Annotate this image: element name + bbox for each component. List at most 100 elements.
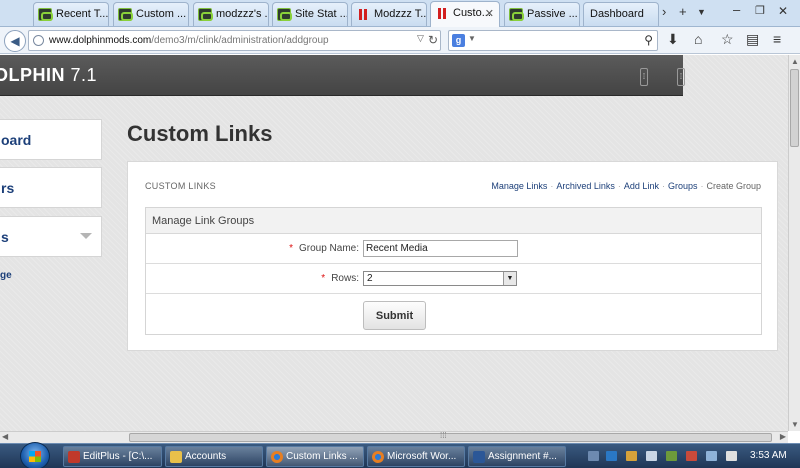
taskbar-item-editplus[interactable]: EditPlus - [C:\... — [63, 446, 162, 467]
taskbar-item-microsoft-word[interactable]: Microsoft Wor... — [367, 446, 465, 467]
sidebar-item-label: s — [1, 229, 9, 245]
bookmark-star-icon[interactable]: ☆ — [721, 31, 734, 48]
start-button[interactable] — [20, 442, 50, 468]
taskbar-item-label: Assignment #... — [488, 451, 557, 462]
rows-row: * Rows: 2 ▼ — [146, 264, 761, 294]
archived-links-link[interactable]: Archived Links — [556, 181, 615, 191]
word-icon — [473, 451, 485, 463]
form-heading: Manage Link Groups — [146, 208, 761, 234]
rows-selected-value: 2 — [367, 273, 373, 284]
tray-app-icon-3[interactable] — [646, 451, 657, 461]
volume-icon[interactable] — [726, 451, 737, 461]
manage-link-groups-form: Manage Link Groups * Group Name: * Rows: 2… — [145, 207, 762, 335]
groups-link[interactable]: Groups — [668, 181, 698, 191]
taskbar-item-assignment[interactable]: Assignment #... — [468, 446, 566, 467]
address-bar[interactable]: www.dolphinmods.com/demo3/m/clink/admini… — [28, 30, 441, 51]
close-window-icon[interactable]: ✕ — [778, 4, 788, 18]
minimize-icon[interactable]: – — [733, 2, 740, 17]
reload-icon[interactable]: ↻ — [428, 33, 438, 47]
tray-app-icon-5[interactable] — [686, 451, 697, 461]
scroll-left-icon[interactable]: ◀ — [2, 432, 8, 441]
search-engine-dropdown-icon[interactable]: ▼ — [468, 34, 476, 43]
taskbar-item-label: Custom Links ... — [286, 451, 358, 462]
chevron-down-icon — [80, 233, 92, 239]
rows-label: * Rows: — [321, 273, 359, 284]
custom-links-panel: CUSTOM LINKS Manage Links · Archived Links… — [127, 161, 778, 351]
menu-icon[interactable]: ≡ — [773, 31, 781, 47]
search-icon[interactable]: ⚲ — [644, 33, 653, 47]
vertical-scrollbar[interactable]: ▲ ▼ — [788, 55, 800, 431]
tray-app-icon-6[interactable] — [706, 451, 717, 461]
sidebar-sublink[interactable]: ge — [0, 270, 12, 281]
browser-tab-active[interactable]: Custo... ✕ — [430, 1, 500, 27]
url-path: /demo3/m/clink/administration/addgroup — [151, 35, 329, 46]
sidebar-item-label: rs — [1, 180, 15, 196]
clock[interactable]: 3:53 AM — [750, 450, 787, 461]
tray-network-icon[interactable] — [588, 451, 599, 461]
tray-app-icon-4[interactable] — [666, 451, 677, 461]
header-button-2[interactable]: ⁞ — [677, 68, 685, 86]
taskbar-item-label: Accounts — [185, 451, 227, 462]
browser-tab-5[interactable]: Modzzz T... — [351, 2, 427, 26]
horizontal-scrollbar[interactable]: ◀ ⁞⁞⁞ ▶ — [0, 431, 788, 443]
download-icon[interactable]: ⬇ — [667, 31, 679, 48]
tenth-icon — [118, 8, 133, 21]
breadcrumb-separator: · — [550, 181, 554, 191]
scroll-tabs-right-icon[interactable]: › — [662, 4, 666, 19]
google-icon[interactable]: g — [452, 34, 465, 47]
new-tab-icon[interactable]: + — [679, 4, 687, 19]
bookmarks-list-icon[interactable]: ▤ — [746, 31, 759, 48]
browser-tab-4[interactable]: Site Stat ... — [272, 2, 348, 26]
sidebar-item-dashboard[interactable]: oard — [0, 119, 102, 160]
taskbar-item-custom-links[interactable]: Custom Links ... — [266, 446, 364, 467]
rows-label-text: Rows: — [331, 273, 359, 284]
chevron-down-icon[interactable]: ▼ — [503, 272, 516, 285]
back-button[interactable]: ◀ — [4, 30, 26, 52]
scroll-right-icon[interactable]: ▶ — [780, 432, 786, 441]
pause-icon — [435, 7, 449, 20]
brand-name: OLPHIN — [0, 65, 66, 85]
site-logo[interactable]: OLPHIN 7.1 — [0, 65, 97, 86]
tab-label: Passive ... — [527, 8, 578, 20]
vertical-scroll-thumb[interactable] — [790, 69, 799, 147]
editplus-icon — [68, 451, 80, 463]
maximize-icon[interactable]: ❐ — [755, 4, 765, 17]
close-tab-icon[interactable]: ✕ — [485, 7, 494, 20]
globe-icon — [33, 35, 44, 46]
breadcrumb-current: Create Group — [706, 181, 761, 191]
list-tabs-icon[interactable]: ▼ — [697, 7, 706, 17]
home-icon[interactable]: ⌂ — [694, 31, 702, 47]
firefox-icon — [372, 451, 384, 463]
sidebar-item-modules[interactable]: s — [0, 216, 102, 257]
horizontal-scroll-thumb[interactable] — [129, 433, 772, 442]
required-mark: * — [289, 243, 293, 254]
browser-tab-1[interactable]: Recent T... — [33, 2, 109, 26]
add-link-link[interactable]: Add Link — [624, 181, 659, 191]
tenth-icon — [38, 8, 53, 21]
manage-links-link[interactable]: Manage Links — [491, 181, 547, 191]
submit-button[interactable]: Submit — [363, 301, 426, 330]
header-button-1[interactable]: ⁞ — [640, 68, 648, 86]
taskbar-item-accounts[interactable]: Accounts — [165, 446, 263, 467]
tray-app-icon-2[interactable] — [626, 451, 637, 461]
group-name-input[interactable] — [363, 240, 518, 257]
scroll-grip-icon: ⁞⁞⁞ — [440, 431, 447, 440]
sidebar-item-users[interactable]: rs — [0, 167, 102, 208]
page-viewport: OLPHIN 7.1 ⁞ ⁞ oard rs s ge Custom Links… — [0, 55, 788, 431]
scroll-up-icon[interactable]: ▲ — [791, 57, 799, 66]
search-bar[interactable]: g ▼ ⚲ — [448, 30, 658, 51]
tray-app-icon[interactable] — [606, 451, 617, 461]
site-header: OLPHIN 7.1 ⁞ ⁞ — [0, 55, 685, 96]
page-title: Custom Links — [127, 121, 273, 146]
breadcrumb-separator: · — [661, 181, 665, 191]
tab-label: Site Stat ... — [295, 8, 348, 20]
breadcrumb-separator: · — [617, 181, 621, 191]
sidebar-item-label: oard — [1, 132, 32, 148]
browser-tab-7[interactable]: Passive ... — [504, 2, 580, 26]
rows-select[interactable]: 2 ▼ — [363, 271, 517, 286]
browser-tab-3[interactable]: modzzz's ... — [193, 2, 269, 26]
browser-tab-2[interactable]: Custom ... — [113, 2, 189, 26]
url-dropdown-icon[interactable]: ▽ — [417, 33, 424, 44]
browser-tab-8[interactable]: Dashboard — [583, 2, 659, 26]
scroll-down-icon[interactable]: ▼ — [791, 420, 799, 429]
